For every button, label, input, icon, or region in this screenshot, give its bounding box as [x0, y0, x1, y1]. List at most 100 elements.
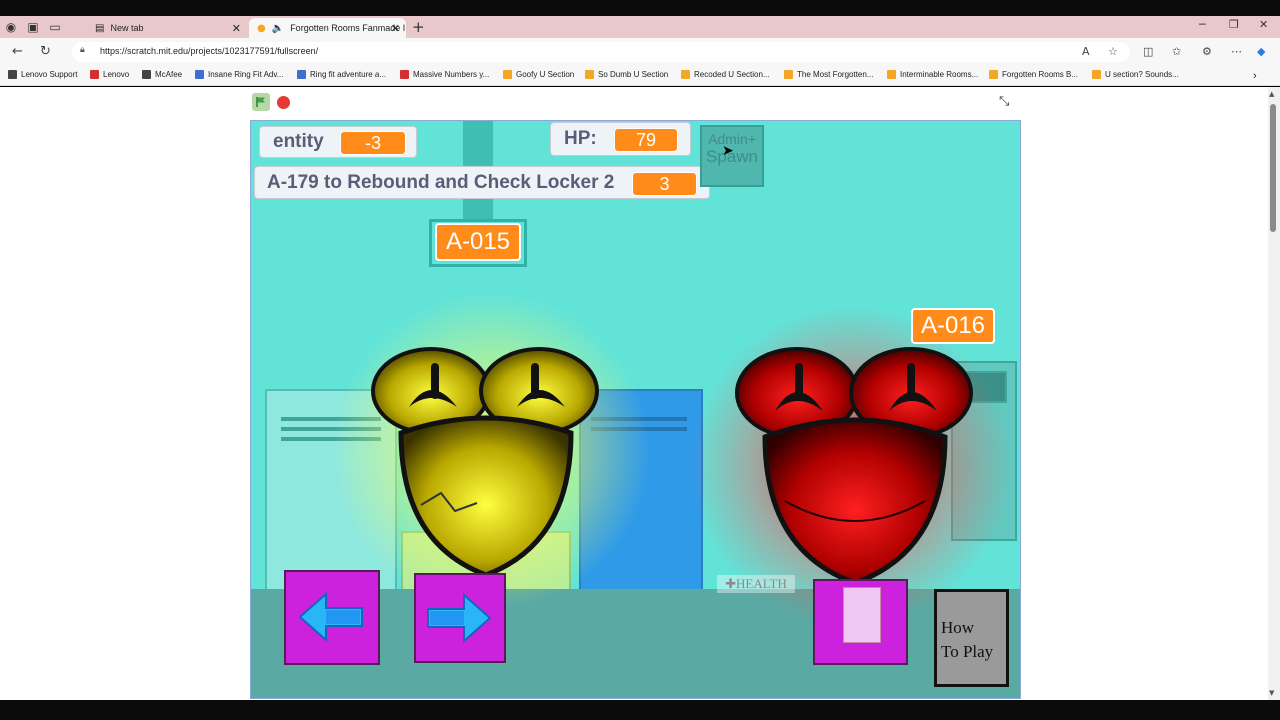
bookmark-label: McAfee — [155, 70, 183, 79]
new-tab-button[interactable]: + — [412, 18, 425, 36]
bookmark-icon — [400, 70, 409, 79]
bookmark-item[interactable]: Insane Ring Fit Adv... — [195, 70, 283, 79]
bookmark-icon — [1092, 70, 1101, 79]
bookmark-item[interactable]: So Dumb U Section — [585, 70, 668, 79]
close-icon[interactable]: ✕ — [391, 22, 400, 35]
tab-label: New tab — [110, 23, 144, 33]
bookmark-label: So Dumb U Section — [598, 70, 669, 79]
bookmark-item[interactable]: The Most Forgotten... — [784, 70, 873, 79]
bookmark-icon — [297, 70, 306, 79]
chevron-right-icon[interactable]: › — [1253, 70, 1257, 82]
back-icon[interactable]: ← — [12, 44, 23, 59]
bookmark-icon — [142, 70, 151, 79]
stop-button[interactable] — [277, 96, 290, 109]
entity-variable-monitor: entity -3 — [259, 126, 417, 158]
read-aloud-icon[interactable]: A — [1082, 45, 1090, 58]
scrollbar-thumb[interactable] — [1270, 104, 1276, 232]
bookmark-label: Interminable Rooms... — [900, 70, 979, 79]
screen-bottom-bar — [0, 700, 1280, 720]
restore-icon[interactable]: ❐ — [1229, 18, 1239, 31]
locker-value: 3 — [632, 172, 697, 196]
bookmark-item[interactable]: McAfee — [142, 70, 182, 79]
screen-top-bar — [0, 0, 1280, 16]
close-icon[interactable]: ✕ — [232, 22, 241, 35]
url-text[interactable]: https://scratch.mit.edu/projects/1023177… — [100, 46, 318, 56]
move-left-button[interactable] — [284, 570, 380, 665]
profile-icon[interactable]: ◉ — [0, 16, 22, 38]
site-info-icon[interactable]: 🔒︎ — [80, 45, 85, 55]
tab-actions-icon[interactable]: ▭ — [44, 16, 66, 38]
bookmark-icon — [989, 70, 998, 79]
extensions-icon[interactable]: ⚙ — [1202, 45, 1212, 58]
door-label-a016: A-016 — [911, 308, 995, 344]
hp-value: 79 — [614, 128, 678, 152]
red-entity — [735, 347, 973, 586]
bookmark-item[interactable]: U section? Sounds... — [1092, 70, 1179, 79]
bookmark-label: Goofy U Section — [516, 70, 575, 79]
bookmark-icon — [784, 70, 793, 79]
tab-forgotten-rooms[interactable]: ● 🔈 Forgotten Rooms Fanmade I ✕ — [249, 18, 406, 38]
refresh-icon[interactable]: ↻ — [40, 44, 51, 59]
howto-line-1: How — [941, 618, 975, 637]
bookmark-icon — [195, 70, 204, 79]
arrow-right-icon — [427, 592, 492, 644]
bookmark-icon — [90, 70, 99, 79]
scratch-icon: ● — [257, 22, 266, 34]
bookmark-label: Massive Numbers y... — [413, 70, 490, 79]
page-icon: ▤ — [95, 22, 105, 34]
close-window-icon[interactable]: ✕ — [1259, 18, 1268, 31]
entity-value: -3 — [340, 131, 406, 155]
bookmark-item[interactable]: Goofy U Section — [503, 70, 574, 79]
workspaces-icon[interactable]: ▣ — [22, 16, 44, 38]
health-sign: ✚HEALTH — [717, 575, 795, 593]
bookmark-icon — [887, 70, 896, 79]
bookmark-label: Lenovo Support — [21, 70, 78, 79]
bookmark-item[interactable]: Interminable Rooms... — [887, 70, 978, 79]
bookmark-label: Ring fit adventure a... — [310, 70, 387, 79]
tab-label: Forgotten Rooms Fanmade I — [290, 23, 406, 33]
locker-label: A-179 to Rebound and Check Locker 2 — [267, 171, 615, 193]
mouse-cursor-icon: ➤ — [722, 143, 734, 159]
bookmark-icon — [503, 70, 512, 79]
minimize-icon[interactable]: ─ — [1199, 18, 1206, 31]
exit-fullscreen-icon[interactable]: ⤡ — [999, 94, 1009, 109]
bookmark-icon — [585, 70, 594, 79]
bookmark-icon — [8, 70, 17, 79]
bookmark-label: Forgotten Rooms B... — [1002, 70, 1079, 79]
scroll-down-icon[interactable]: ▼ — [1269, 689, 1274, 697]
flag-icon — [256, 97, 265, 107]
howto-line-2: To Play — [941, 642, 994, 661]
bookmark-item[interactable]: Lenovo Support — [8, 70, 78, 79]
green-flag-button[interactable] — [252, 93, 270, 111]
locker-door — [843, 587, 881, 643]
favorites-icon[interactable]: ✩ — [1172, 45, 1181, 58]
bookmark-label: Lenovo — [103, 70, 130, 79]
bookmark-item[interactable]: Ring fit adventure a... — [297, 70, 386, 79]
bookmark-label: The Most Forgotten... — [797, 70, 874, 79]
bookmark-label: Recoded U Section... — [694, 70, 770, 79]
bookmark-item[interactable]: Recoded U Section... — [681, 70, 770, 79]
bookmark-item[interactable]: Forgotten Rooms B... — [989, 70, 1078, 79]
split-screen-icon[interactable]: ◫ — [1143, 45, 1153, 58]
scroll-up-icon[interactable]: ▲ — [1269, 90, 1274, 98]
bookmark-label: U section? Sounds... — [1105, 70, 1179, 79]
hide-locker-button[interactable] — [813, 579, 908, 665]
game-stage[interactable]: A-015 A-016 entity -3 HP: 79 A-179 to Re… — [250, 120, 1021, 699]
menu-icon[interactable]: ⋯ — [1231, 45, 1242, 58]
locker-variable-monitor: A-179 to Rebound and Check Locker 2 3 — [254, 166, 710, 199]
door-label-a015: A-015 — [435, 223, 521, 261]
tab-new-tab[interactable]: ▤ New tab ✕ — [87, 18, 247, 38]
bookmark-label: Insane Ring Fit Adv... — [208, 70, 284, 79]
move-right-button[interactable] — [414, 573, 506, 663]
how-to-play-button[interactable]: How To Play — [934, 589, 1009, 687]
copilot-icon[interactable]: ◆ — [1257, 45, 1265, 58]
speaker-icon[interactable]: 🔈 — [272, 23, 284, 34]
bookmark-icon — [681, 70, 690, 79]
favorite-star-icon[interactable]: ☆ — [1108, 45, 1118, 58]
arrow-left-icon — [298, 591, 363, 643]
hp-variable-monitor: HP: 79 — [550, 122, 691, 156]
bookmark-item[interactable]: Massive Numbers y... — [400, 70, 489, 79]
bookmark-item[interactable]: Lenovo — [90, 70, 129, 79]
entity-label: entity — [273, 131, 324, 152]
yellow-entity — [371, 347, 599, 578]
